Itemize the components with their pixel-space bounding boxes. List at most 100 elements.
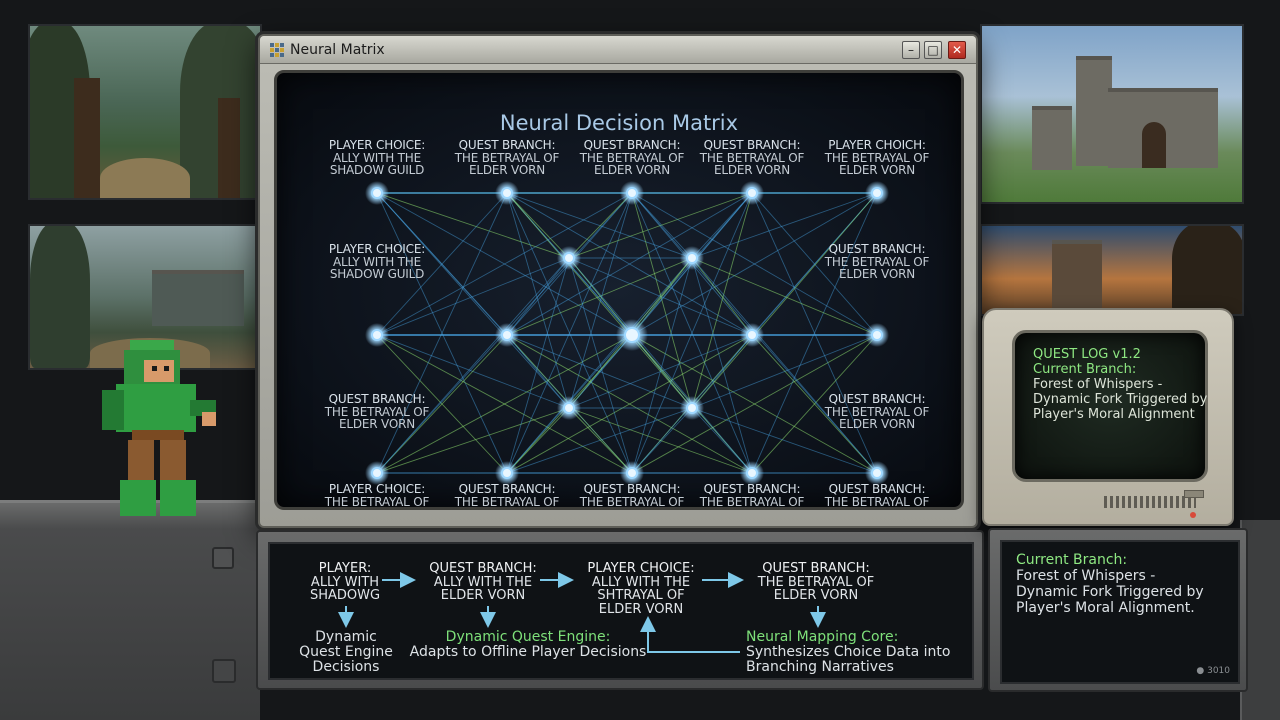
- castle-tower: [1032, 106, 1072, 170]
- console-badge: ● 3010: [1196, 666, 1230, 676]
- flow-box-line: ELDER VORN: [773, 588, 859, 603]
- flow-box-line: SHTRAYAL OF: [597, 588, 685, 603]
- node-label: QUEST BRANCH:THE BETRAYAL OFELDER VORN: [447, 483, 567, 510]
- network-node[interactable]: [371, 187, 383, 199]
- arm-left: [102, 390, 124, 430]
- network-edge: [691, 257, 753, 336]
- flow-desc-heading: Neural Mapping Core:: [746, 629, 899, 645]
- side-console-screen: Current Branch: Forest of Whispers - Dyn…: [1000, 540, 1240, 684]
- ruin-shape: [152, 270, 244, 326]
- node-label: PLAYER CHOICE: ALLY WITH THE SHADOW GUILD: [317, 139, 437, 177]
- node-label: QUEST BRANCH:THE BETRAYAL OFELDER VORN: [817, 243, 937, 281]
- current-branch-label: Current Branch:: [1016, 552, 1128, 568]
- node-label-line: ELDER VORN: [838, 417, 915, 431]
- network-node[interactable]: [746, 329, 758, 341]
- flow-box-line: ELDER VORN: [440, 588, 526, 603]
- flow-desc-line: Dynamic: [315, 629, 377, 645]
- minimize-button[interactable]: –: [902, 41, 920, 59]
- crt-monitor: QUEST LOG v1.2 Current Branch: Forest of…: [982, 308, 1234, 526]
- node-label: PLAYER CHOICH: THE BETRAYAL OF ELDER VORN: [817, 139, 937, 177]
- title-bar[interactable]: Neural Matrix – □ ✕: [260, 36, 976, 64]
- flow-desc-line: Quest Engine: [299, 644, 393, 660]
- flow-desc-quest-engine: Dynamic Quest Engine: Adapts to Offline …: [408, 630, 648, 660]
- network-node[interactable]: [746, 187, 758, 199]
- node-label-line: QUEST BRANCH:: [583, 138, 681, 152]
- window-title: Neural Matrix: [290, 41, 385, 58]
- network-node[interactable]: [501, 187, 513, 199]
- flow-arrow-feedback: [640, 616, 740, 653]
- network-node[interactable]: [563, 252, 575, 264]
- node-label: QUEST BRANCH:THE BETRAYAL OFELDER VORN: [817, 482, 937, 507]
- current-branch-label: Current Branch:: [1033, 362, 1137, 377]
- armor-chest: [116, 384, 196, 432]
- network-node[interactable]: [746, 467, 758, 479]
- flow-box-line: ALLY WITH THE: [591, 574, 691, 590]
- flow-desc-line: Decisions: [312, 659, 380, 675]
- close-button[interactable]: ✕: [948, 41, 966, 59]
- network-node[interactable]: [871, 467, 883, 479]
- node-label: QUEST BRANCH:THE BETRAYAL OFELDER VORN: [572, 482, 692, 507]
- network-node[interactable]: [626, 467, 638, 479]
- network-node[interactable]: [871, 187, 883, 199]
- quest-log-title: QUEST LOG v1.2: [1033, 347, 1141, 362]
- flow-box-player-choice[interactable]: PLAYER CHOICE: ALLY WITH THE SHTRAYAL OF…: [576, 562, 706, 616]
- castle-tower: [1076, 56, 1112, 166]
- node-label-line: QUEST BRANCH:: [828, 392, 926, 406]
- crt-vents: [1104, 496, 1196, 508]
- desk-button[interactable]: [212, 659, 236, 683]
- network-node[interactable]: [871, 329, 883, 341]
- network-node[interactable]: [371, 329, 383, 341]
- matrix-title: Neural Decision Matrix: [499, 111, 739, 135]
- network-node[interactable]: [626, 187, 638, 199]
- flow-desc-line: Adapts to Offline Player Decisions: [409, 644, 647, 660]
- branch-line: Player's Moral Alignment.: [1016, 600, 1195, 616]
- network-node[interactable]: [624, 327, 640, 343]
- eye: [152, 366, 157, 371]
- node-label-line: QUEST BRANCH:: [703, 138, 801, 152]
- flow-box-heading: QUEST BRANCH:: [429, 561, 537, 576]
- flow-box-quest-branch-2[interactable]: QUEST BRANCH: THE BETRAYAL OF ELDER VORN: [748, 562, 884, 603]
- flow-box-heading: QUEST BRANCH:: [762, 561, 870, 576]
- desk-button[interactable]: [212, 547, 234, 569]
- node-label-line: PLAYER CHOICE:: [328, 242, 426, 256]
- crt-disk-slot[interactable]: [1184, 490, 1204, 498]
- network-node[interactable]: [371, 467, 383, 479]
- network-node[interactable]: [563, 402, 575, 414]
- node-label-line: SHADOW GUILD: [329, 163, 425, 177]
- node-label-line: ELDER VORN: [447, 508, 567, 510]
- node-label-line: PLAYER CHOICE:: [328, 482, 426, 496]
- dusk-scene-panel: [980, 224, 1244, 316]
- flow-desc-line: Branching Narratives: [746, 659, 894, 675]
- left-desk: [0, 500, 260, 720]
- node-label-line: QUEST BRANCH:: [828, 482, 926, 496]
- flow-box-quest-branch[interactable]: QUEST BRANCH: ALLY WITH THE ELDER VORN: [418, 562, 548, 603]
- flow-box-player[interactable]: PLAYER: ALLY WITH SHADOWG: [290, 562, 400, 603]
- flow-desc-dynamic: Dynamic Quest Engine Decisions: [296, 630, 396, 675]
- fist: [202, 412, 216, 426]
- network-node[interactable]: [501, 329, 513, 341]
- node-label-line: ELDER VORN: [838, 163, 915, 177]
- branch-line: Forest of Whispers -: [1033, 377, 1163, 392]
- eye: [164, 366, 169, 371]
- leg-right: [160, 440, 186, 484]
- flow-box-heading: PLAYER CHOICE:: [587, 561, 695, 576]
- flow-box-line: ALLY WITH: [310, 574, 380, 590]
- maximize-button[interactable]: □: [924, 41, 942, 59]
- pixel-knight-character: [98, 340, 218, 520]
- node-label-line: QUEST BRANCH:: [583, 482, 681, 496]
- node-label-line: QUEST BRANCH:: [458, 138, 556, 152]
- belt: [132, 430, 184, 440]
- node-label: QUEST BRANCH:THE BETRAYAL OFELDER VORN: [692, 139, 812, 177]
- tree-trunk: [218, 98, 240, 198]
- node-label: QUEST BRANCH:THE BETRAYAL OFELDER VORN: [572, 139, 692, 177]
- flow-desc-line: Synthesizes Choice Data into: [746, 644, 951, 660]
- matrix-screen: Neural Decision Matrix PLAYER CHOICE: ALL…: [274, 70, 964, 510]
- node-label-line: ELDER VORN: [838, 267, 915, 281]
- network-node[interactable]: [501, 467, 513, 479]
- network-node[interactable]: [686, 252, 698, 264]
- node-label-line: ELDER VORN: [468, 163, 545, 177]
- branch-line: Dynamic Fork Triggered by: [1033, 392, 1208, 407]
- side-branch-text: Current Branch: Forest of Whispers - Dyn…: [1016, 552, 1232, 616]
- flow-box-line: ALLY WITH THE: [433, 574, 533, 590]
- network-node[interactable]: [686, 402, 698, 414]
